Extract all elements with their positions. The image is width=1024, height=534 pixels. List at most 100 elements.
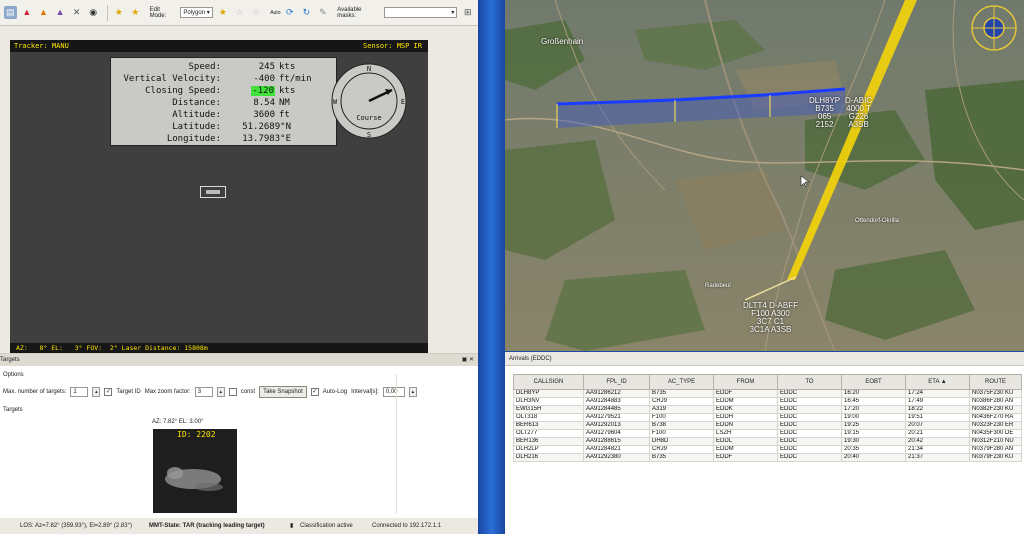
edit-mode-select[interactable]: Polygon ▾ bbox=[180, 7, 214, 18]
table-cell: EDDL bbox=[713, 437, 778, 446]
max-targets-spinner[interactable]: ▴ bbox=[92, 387, 101, 397]
table-cell: N0312F210 NU bbox=[969, 437, 1022, 446]
table-cell: 20:35 bbox=[841, 445, 906, 454]
map-canvas bbox=[505, 0, 1024, 351]
col-eta[interactable]: ETA ▲ bbox=[905, 374, 970, 390]
table-row[interactable]: DLH8YP AA91286212 B735 EDDF EDDC 16:20 17:24 N0… bbox=[513, 389, 1022, 398]
target-thumbnail[interactable]: ID: 2202 bbox=[153, 429, 237, 513]
col-to[interactable]: TO bbox=[777, 374, 842, 390]
status-connection: Connected to 192.172.1.1 bbox=[372, 523, 442, 529]
table-cell: DLH8YP bbox=[513, 389, 584, 398]
table-cell: 17:24 bbox=[905, 389, 970, 398]
tools-icon[interactable]: ✕ bbox=[70, 6, 83, 19]
star-outline-icon[interactable]: ☆ bbox=[233, 6, 246, 19]
latitude-value: 51.2689°N bbox=[242, 122, 291, 132]
refresh-alt-icon[interactable]: ↻ bbox=[300, 6, 313, 19]
interval-spinner[interactable]: ▴ bbox=[408, 387, 417, 397]
track-label-dabic[interactable]: D-ABIC 4000 T G226 A3SB bbox=[845, 97, 872, 129]
video-tracker-app: ▤ ▲ ▲ ▲ ✕ ◉ ★ ★ Edit Mode: Polygon ▾ ★ ☆… bbox=[0, 0, 478, 534]
table-cell: 19:30 bbox=[841, 437, 906, 446]
table-cell: AA91288615 bbox=[583, 437, 650, 446]
table-cell: B735 bbox=[649, 453, 714, 462]
table-row[interactable]: OLT318 AA91279521 F100 EDDH EDDC 19:00 19:51 N0… bbox=[513, 413, 1022, 422]
table-row[interactable]: BER613 AA91292013 B738 EDDN EDDC 19:25 20:07 N0… bbox=[513, 421, 1022, 430]
compass-n: N bbox=[367, 65, 371, 73]
track-label-dlh8yp[interactable]: DLH8YP B735 065 2152 bbox=[809, 97, 840, 129]
table-cell: B735 bbox=[649, 389, 714, 398]
arrivals-header-row: CALLSIGN FPL_ID AC_TYPE FROM TO EOBT ETA… bbox=[513, 374, 1022, 390]
target-id-label: Target ID bbox=[116, 389, 141, 395]
col-from[interactable]: FROM bbox=[713, 374, 778, 390]
panel-float-close-icon[interactable]: ▣ ✕ bbox=[462, 354, 474, 366]
star-edit-icon[interactable]: ★ bbox=[216, 6, 229, 19]
table-cell: EDDF bbox=[713, 389, 778, 398]
table-cell: EDDC bbox=[777, 429, 842, 438]
col-callsign[interactable]: CALLSIGN bbox=[513, 374, 584, 390]
col-ac-type[interactable]: AC_TYPE bbox=[649, 374, 714, 390]
const-checkbox[interactable] bbox=[228, 388, 237, 396]
refresh-icon[interactable]: ⟳ bbox=[283, 6, 296, 19]
mountain-orange-icon[interactable]: ▲ bbox=[37, 6, 50, 19]
closing-value-wrap: -120 bbox=[221, 85, 279, 97]
take-snapshot-button[interactable]: Take Snapshot bbox=[259, 386, 307, 398]
status-bar: LOS: Az=7.82° (359.93°), El=2.89° (2.83°… bbox=[0, 518, 478, 534]
auto-label[interactable]: Auto bbox=[270, 10, 280, 16]
hud-row-closing: Closing Speed: -120 kts bbox=[111, 85, 336, 97]
table-row[interactable]: OLT277 AA91279604 F100 LSZH EDDC 19:15 20:21 N0… bbox=[513, 429, 1022, 438]
available-masks-select[interactable]: ▾ bbox=[383, 7, 458, 18]
mountain-purple-icon[interactable]: ▲ bbox=[54, 6, 67, 19]
table-row[interactable]: BER136 AA91288615 DH8D EDDL EDDC 19:30 20:42 N0… bbox=[513, 437, 1022, 446]
altitude-unit: ft bbox=[279, 110, 290, 120]
table-cell: 19:00 bbox=[841, 413, 906, 422]
video-feed[interactable]: Tracker: MANU Sensor: MSP IR Speed: 245 kt… bbox=[10, 40, 428, 353]
star-outline-2-icon[interactable]: ☆ bbox=[250, 6, 263, 19]
speed-unit: kts bbox=[279, 62, 296, 72]
star-icon[interactable]: ★ bbox=[112, 6, 125, 19]
table-cell: F100 bbox=[649, 429, 714, 438]
mountain-red-icon[interactable]: ▲ bbox=[21, 6, 34, 19]
interval-input[interactable]: 0,00 bbox=[382, 387, 405, 397]
table-cell: 19:51 bbox=[905, 413, 970, 422]
max-zoom-input[interactable]: 3 bbox=[194, 387, 213, 397]
hud-row-speed: Speed: 245 kts bbox=[111, 61, 336, 73]
max-zoom-spinner[interactable]: ▴ bbox=[216, 387, 225, 397]
map-view[interactable]: Großenhain Radebeul Ottendorf-Okrilla DL… bbox=[505, 0, 1024, 351]
speed-label: Speed: bbox=[188, 62, 221, 72]
tracked-target-box[interactable] bbox=[200, 186, 226, 198]
auto-log-checkbox[interactable]: ✓ bbox=[310, 388, 319, 396]
mask-icon[interactable]: ✎ bbox=[317, 6, 330, 19]
panel-divider bbox=[396, 374, 397, 514]
target-id-checkbox[interactable]: ✓ bbox=[104, 388, 113, 396]
table-cell: DLH2LP bbox=[513, 445, 584, 454]
table-cell: 20:07 bbox=[905, 421, 970, 430]
options-row: Max. number of targets: 1 ▴ ✓ Target ID … bbox=[3, 384, 473, 400]
table-row[interactable]: EWG15H AA91284485 A319 EDDK EDDC 17:20 18:22 N0… bbox=[513, 405, 1022, 414]
table-row[interactable]: DLH3NV AA91284883 CRJ9 EDDM EDDC 16:45 17:49 N0… bbox=[513, 397, 1022, 406]
table-cell: EDDC bbox=[777, 405, 842, 414]
const-label: const bbox=[240, 389, 256, 395]
table-cell: OLT318 bbox=[513, 413, 584, 422]
altitude-value: 3600 bbox=[253, 110, 275, 120]
table-row[interactable]: DLH216 AA91292380 B735 EDDF EDDC 20:40 21:37 N0… bbox=[513, 453, 1022, 462]
camera-icon[interactable]: ◉ bbox=[87, 6, 100, 19]
map-navigation-control[interactable] bbox=[971, 5, 1017, 51]
table-cell: AA91292013 bbox=[583, 421, 650, 430]
track-cluster-label[interactable]: DLTT4 D-ABFF F100 A300 3C7 C1 3C1A A3SB bbox=[743, 302, 798, 334]
star-add-icon[interactable]: ★ bbox=[129, 6, 142, 19]
table-cell: 16:20 bbox=[841, 389, 906, 398]
vvel-unit: ft/min bbox=[279, 74, 312, 84]
compass-label: Course bbox=[356, 114, 381, 122]
mask-settings-icon[interactable]: ⊞ bbox=[461, 6, 474, 19]
col-eobt[interactable]: EOBT bbox=[841, 374, 906, 390]
table-row[interactable]: DLH2LP AA91284821 CRJ9 EDDM EDDC 20:35 21:34 N0… bbox=[513, 445, 1022, 454]
edit-mode-label: Edit Mode: bbox=[149, 6, 167, 19]
table-cell: OLT277 bbox=[513, 429, 584, 438]
layers-icon[interactable]: ▤ bbox=[4, 6, 17, 19]
targets-list-label: Targets bbox=[3, 407, 23, 413]
max-targets-input[interactable]: 1 bbox=[70, 387, 89, 397]
table-cell: EDDF bbox=[713, 453, 778, 462]
video-top-bar: Tracker: MANU Sensor: MSP IR bbox=[10, 40, 428, 52]
col-fpl-id[interactable]: FPL_ID bbox=[583, 374, 650, 390]
table-cell: AA91284883 bbox=[583, 397, 650, 406]
col-route[interactable]: ROUTE bbox=[969, 374, 1022, 390]
